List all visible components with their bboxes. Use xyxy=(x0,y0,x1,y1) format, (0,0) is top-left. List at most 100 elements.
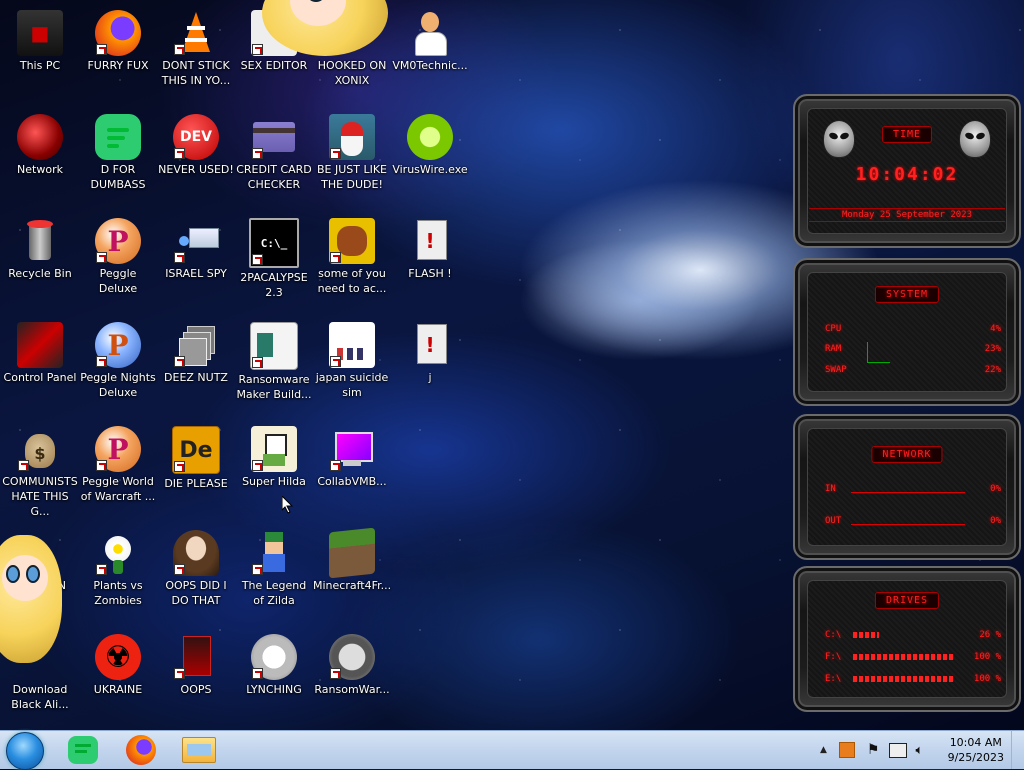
desktop-icon-deez-nutz[interactable]: DEEZ NUTZ xyxy=(156,322,236,385)
desktop-icon-israel-spy[interactable]: ISRAEL SPY xyxy=(156,218,236,281)
chat-app-icon xyxy=(68,736,98,764)
desktop-icon-label: CREDIT CARD CHECKER xyxy=(236,163,312,191)
firefox-icon xyxy=(95,10,141,56)
shortcut-arrow-icon xyxy=(330,668,341,679)
desktop-icon-die-please[interactable]: De DIE PLEASE xyxy=(156,426,236,491)
alien-head-icon xyxy=(823,120,855,158)
taskbar-file-explorer-button[interactable] xyxy=(176,734,222,766)
system-activity-graph xyxy=(867,342,890,363)
desktop-icon-label: LYNCHING xyxy=(246,683,302,696)
system-gadget[interactable]: SYSTEM CPU 4% RAM 23% SWAP 22% xyxy=(793,258,1021,406)
desktop-icon-japan-suicide-sim[interactable]: japan suicide sim xyxy=(312,322,392,400)
start-button[interactable] xyxy=(6,732,44,770)
terminal-icon: C:\_ xyxy=(249,218,299,268)
desktop-icon-label: DONT STICK THIS IN YO... xyxy=(161,59,231,87)
firefox-icon xyxy=(126,735,156,765)
desktop-icon-d-for-dumbass[interactable]: D FOR DUMBASS xyxy=(78,114,158,192)
network-in-graph xyxy=(851,492,965,493)
desktop-icon-ukraine[interactable]: ☢ UKRAINE xyxy=(78,634,158,697)
windows-stack-icon xyxy=(173,322,219,368)
volume-icon[interactable]: 🔈︎ xyxy=(915,743,923,758)
shortcut-arrow-icon xyxy=(252,564,263,575)
gadget-title: NETWORK xyxy=(871,446,943,463)
taskbar-chat-app-button[interactable] xyxy=(60,734,106,766)
money-bag-icon: $ xyxy=(17,426,63,472)
desktop-icon-2pacalypse[interactable]: C:\_ 2PACALYPSE 2.3 xyxy=(234,218,314,300)
desktop-icon-peggle-deluxe[interactable]: P Peggle Deluxe xyxy=(78,218,158,296)
desktop-icon-collabvm[interactable]: CollabVMB... xyxy=(312,426,392,489)
desktop-icon-label: Plants vs Zombies xyxy=(93,579,143,607)
flash-file-icon: ! xyxy=(407,322,453,368)
desktop-icon-network[interactable]: Network xyxy=(0,114,80,177)
desktop-icon-ransomware[interactable]: RansomWar... xyxy=(312,634,392,697)
desktop-icon-flash[interactable]: ! FLASH ! xyxy=(390,218,470,281)
desktop-icon-control-panel[interactable]: Control Panel xyxy=(0,322,80,385)
portrait-icon xyxy=(173,530,219,576)
show-hidden-icons-chevron[interactable]: ▲ xyxy=(820,745,827,755)
desktop-icon-label: some of you need to ac... xyxy=(317,267,387,295)
desktop-icon-j[interactable]: ! j xyxy=(390,322,470,385)
desktop-icon-lynching[interactable]: LYNCHING xyxy=(234,634,314,697)
cpu-label: CPU xyxy=(825,324,842,334)
desktop-icon-label: j xyxy=(428,371,432,384)
gadget-title: TIME xyxy=(881,126,933,143)
credit-card-icon xyxy=(251,114,297,160)
desktop-icon-label: Peggle World of Warcraft ... xyxy=(80,475,156,503)
desktop-icon-communists[interactable]: $ COMMUNISTS HATE THIS G... xyxy=(0,426,80,519)
cartoon-girl-overlay-left xyxy=(0,535,62,663)
desktop-icon-dont-stick[interactable]: DONT STICK THIS IN YO... xyxy=(156,10,236,88)
drive-f-value: 100 % xyxy=(973,652,1001,662)
flag-icon[interactable]: ⚑ xyxy=(867,742,880,758)
desktop-icon-super-hilda[interactable]: Super Hilda xyxy=(234,426,314,489)
desktop-icon-recycle-bin[interactable]: Recycle Bin xyxy=(0,218,80,281)
network-icon[interactable] xyxy=(889,742,908,758)
desktop-icon-viruswire[interactable]: VirusWire.exe xyxy=(390,114,470,177)
desktop-icon-label: FURRY FUX xyxy=(87,59,149,72)
desktop-icon-label: RansomWar... xyxy=(314,683,390,696)
taskbar-clock[interactable]: 10:04 AM 9/25/2023 xyxy=(948,735,1004,765)
desktop-icon-this-pc[interactable]: ■ This PC xyxy=(0,10,80,73)
desktop-icon-peggle-wow[interactable]: P Peggle World of Warcraft ... xyxy=(78,426,158,504)
clock-date: 9/25/2023 xyxy=(947,751,1004,764)
desktop-icon-some-of-you[interactable]: some of you need to ac... xyxy=(312,218,392,296)
desktop-icon-be-just-like-the-dude[interactable]: BE JUST LIKE THE DUDE! xyxy=(312,114,392,192)
drives-gadget[interactable]: DRIVES C:\ 26 % F:\ 100 % E:\ 100 % xyxy=(793,566,1021,712)
gadget-title: SYSTEM xyxy=(874,286,940,303)
desktop-icon-label: D FOR DUMBASS xyxy=(90,163,146,191)
emblem-icon xyxy=(251,634,297,680)
app-tray-icon[interactable] xyxy=(838,742,855,758)
shortcut-arrow-icon xyxy=(252,668,263,679)
desktop-icon-label: japan suicide sim xyxy=(315,371,389,399)
shortcut-arrow-icon xyxy=(252,460,263,471)
network-in-label: IN xyxy=(825,484,836,494)
desktop-icon-label: OOPS xyxy=(180,683,212,696)
shortcut-arrow-icon xyxy=(174,668,185,679)
vlc-cone-icon xyxy=(173,10,219,56)
desktop-icon-plants-vs-zombies[interactable]: Plants vs Zombies xyxy=(78,530,158,608)
taskbar-firefox-button[interactable] xyxy=(118,734,164,766)
network-gadget[interactable]: NETWORK IN 0% OUT 0% xyxy=(793,414,1021,560)
desktop-icon-ransomware-maker[interactable]: Ransomware Maker Build... xyxy=(234,322,314,402)
shortcut-arrow-icon xyxy=(174,252,185,263)
desktop-icon-vm0technic[interactable]: VM0Technic... xyxy=(390,10,470,73)
show-desktop-button[interactable] xyxy=(1011,731,1024,769)
japan-sim-icon xyxy=(329,322,375,368)
desktop-icon-never-used[interactable]: DEV NEVER USED! xyxy=(156,114,236,177)
desktop-icon-legend-of-zilda[interactable]: The Legend of Zilda xyxy=(234,530,314,608)
swap-label: SWAP xyxy=(825,365,847,375)
desktop-icon-furry-fux[interactable]: FURRY FUX xyxy=(78,10,158,73)
desktop-icon-minecraft4free[interactable]: Minecraft4Fr... xyxy=(312,527,392,593)
time-clock: 10:04:02 xyxy=(855,164,959,185)
desktop-icon-label: ISRAEL SPY xyxy=(165,267,227,280)
desktop-icon-credit-card-checker[interactable]: CREDIT CARD CHECKER xyxy=(234,114,314,192)
desktop-icon-label: HOOKED ON XONIX xyxy=(317,59,387,87)
recycle-bin-icon xyxy=(17,218,63,264)
desktop-icon-label: COMMUNISTS HATE THIS G... xyxy=(2,475,78,518)
desktop-icon-oops-did-i[interactable]: OOPS DID I DO THAT xyxy=(156,530,236,608)
desktop-icon-oops[interactable]: OOPS xyxy=(156,634,236,697)
desktop-icon-label: BE JUST LIKE THE DUDE! xyxy=(316,163,388,191)
desktop-icon-peggle-nights[interactable]: P Peggle Nights Deluxe xyxy=(78,322,158,400)
cpu-value: 4% xyxy=(990,324,1001,334)
time-gadget[interactable]: TIME 10:04:02 Monday 25 September 2023 xyxy=(793,94,1021,248)
shortcut-arrow-icon xyxy=(252,254,263,265)
